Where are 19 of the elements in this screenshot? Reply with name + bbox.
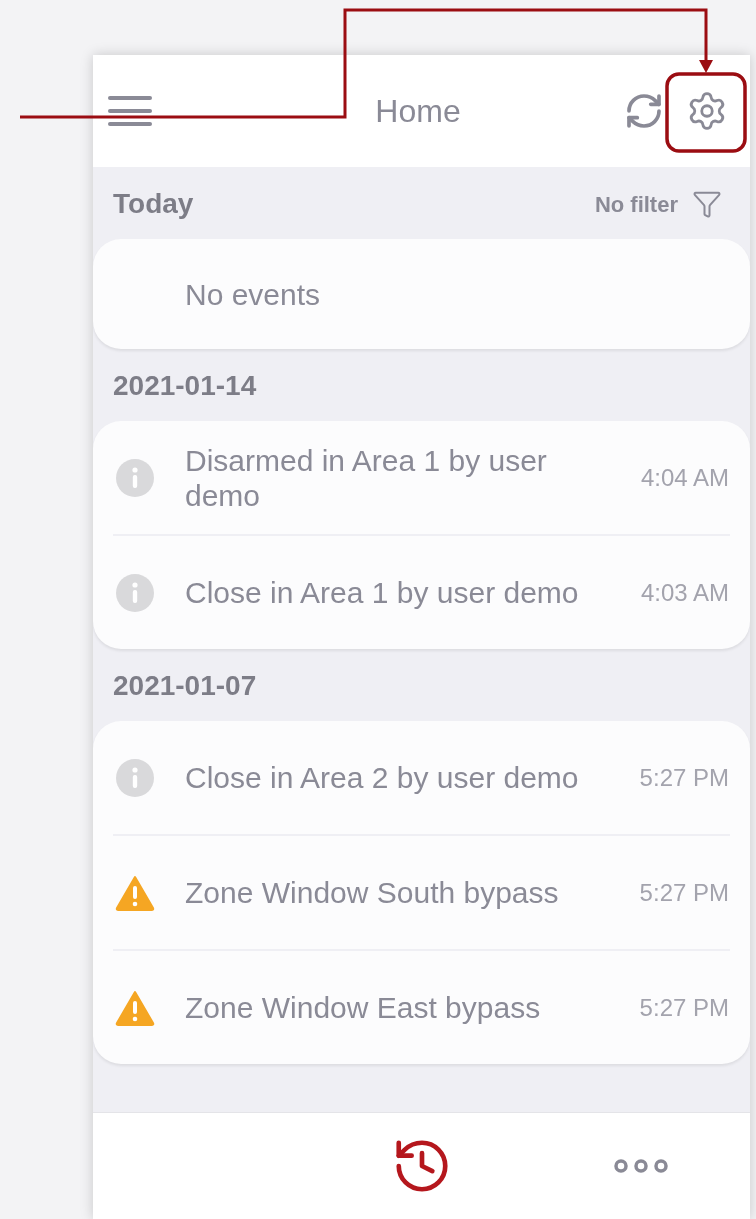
filter-icon	[692, 189, 722, 219]
event-text: Zone Window East bypass	[185, 990, 542, 1025]
event-text: Disarmed in Area 1 by user demo	[185, 442, 548, 513]
event-time: 4:04 AM	[640, 462, 729, 493]
section-date: Today	[113, 187, 194, 221]
menu-icon[interactable]	[108, 95, 152, 127]
filter-button[interactable]: No filter	[594, 187, 722, 221]
event-text: Zone Window South bypass	[185, 875, 560, 910]
empty-message: No events	[185, 276, 321, 313]
event-text: Close in Area 1 by user demo	[185, 575, 580, 610]
refresh-icon[interactable]	[624, 91, 664, 131]
event-text: Close in Area 2 by user demo	[185, 760, 580, 795]
event-time: 5:27 PM	[639, 992, 729, 1023]
page-title: Home	[375, 92, 461, 131]
event-time: 5:27 PM	[639, 877, 729, 908]
event-time: 5:27 PM	[639, 762, 729, 793]
event-time: 4:03 AM	[640, 577, 729, 608]
section-date: 2021-01-14	[113, 369, 257, 403]
section-date: 2021-01-07	[113, 669, 257, 703]
